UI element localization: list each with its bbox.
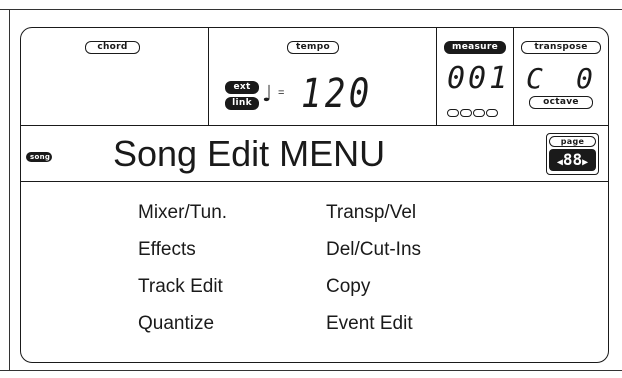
left-rule [9, 9, 10, 371]
beat-indicators [447, 104, 507, 117]
tempo-label: tempo [287, 41, 339, 54]
beat-indicator [473, 109, 485, 117]
title-bar: song Song Edit MENU page ◀88▶ [21, 126, 608, 182]
status-bar: chord tempo ext link ♩ = 120 measure 001… [21, 28, 608, 126]
page-label: page [549, 136, 596, 147]
menu-item-del-cut-ins[interactable]: Del/Cut-Ins [326, 239, 421, 261]
beat-indicator [447, 109, 459, 117]
menu-item-track-edit[interactable]: Track Edit [138, 276, 223, 298]
top-rule [0, 9, 622, 10]
arrow-right-icon[interactable]: ▶ [582, 157, 588, 168]
measure-cell: measure 001 [437, 28, 514, 126]
ext-indicator: ext [225, 81, 259, 94]
transpose-label: transpose [521, 41, 601, 54]
page-navigator[interactable]: ◀88▶ [549, 149, 596, 171]
menu-item-mixer-tun[interactable]: Mixer/Tun. [138, 202, 227, 224]
menu-item-copy[interactable]: Copy [326, 276, 370, 298]
page-number: 88 [562, 150, 583, 169]
beat-indicator [486, 109, 498, 117]
link-indicator: link [225, 97, 259, 110]
song-mode-badge: song [26, 152, 52, 162]
octave-label: octave [529, 96, 593, 109]
tempo-value: 120 [301, 71, 373, 117]
edit-menu: Mixer/Tun. Effects Track Edit Quantize T… [21, 182, 608, 362]
tempo-cell: tempo ext link ♩ = 120 [209, 28, 437, 126]
page-indicator: page ◀88▶ [546, 133, 599, 175]
quarter-note-icon: ♩ [262, 82, 273, 107]
chord-label: chord [85, 41, 140, 54]
page-title: Song Edit MENU [113, 133, 386, 174]
bottom-rule [0, 370, 622, 371]
chord-cell: chord [21, 28, 209, 126]
menu-item-quantize[interactable]: Quantize [138, 313, 214, 335]
transpose-value: 0 [576, 62, 593, 95]
tempo-equals: = [278, 87, 285, 99]
measure-value: 001 [447, 61, 511, 96]
menu-item-event-edit[interactable]: Event Edit [326, 313, 413, 335]
transpose-key: C [526, 62, 543, 95]
transpose-cell: transpose C 0 octave [514, 28, 608, 126]
measure-label: measure [444, 41, 506, 54]
menu-item-effects[interactable]: Effects [138, 239, 196, 261]
lcd-display: chord tempo ext link ♩ = 120 measure 001… [20, 27, 609, 363]
menu-item-transp-vel[interactable]: Transp/Vel [326, 202, 416, 224]
beat-indicator [460, 109, 472, 117]
